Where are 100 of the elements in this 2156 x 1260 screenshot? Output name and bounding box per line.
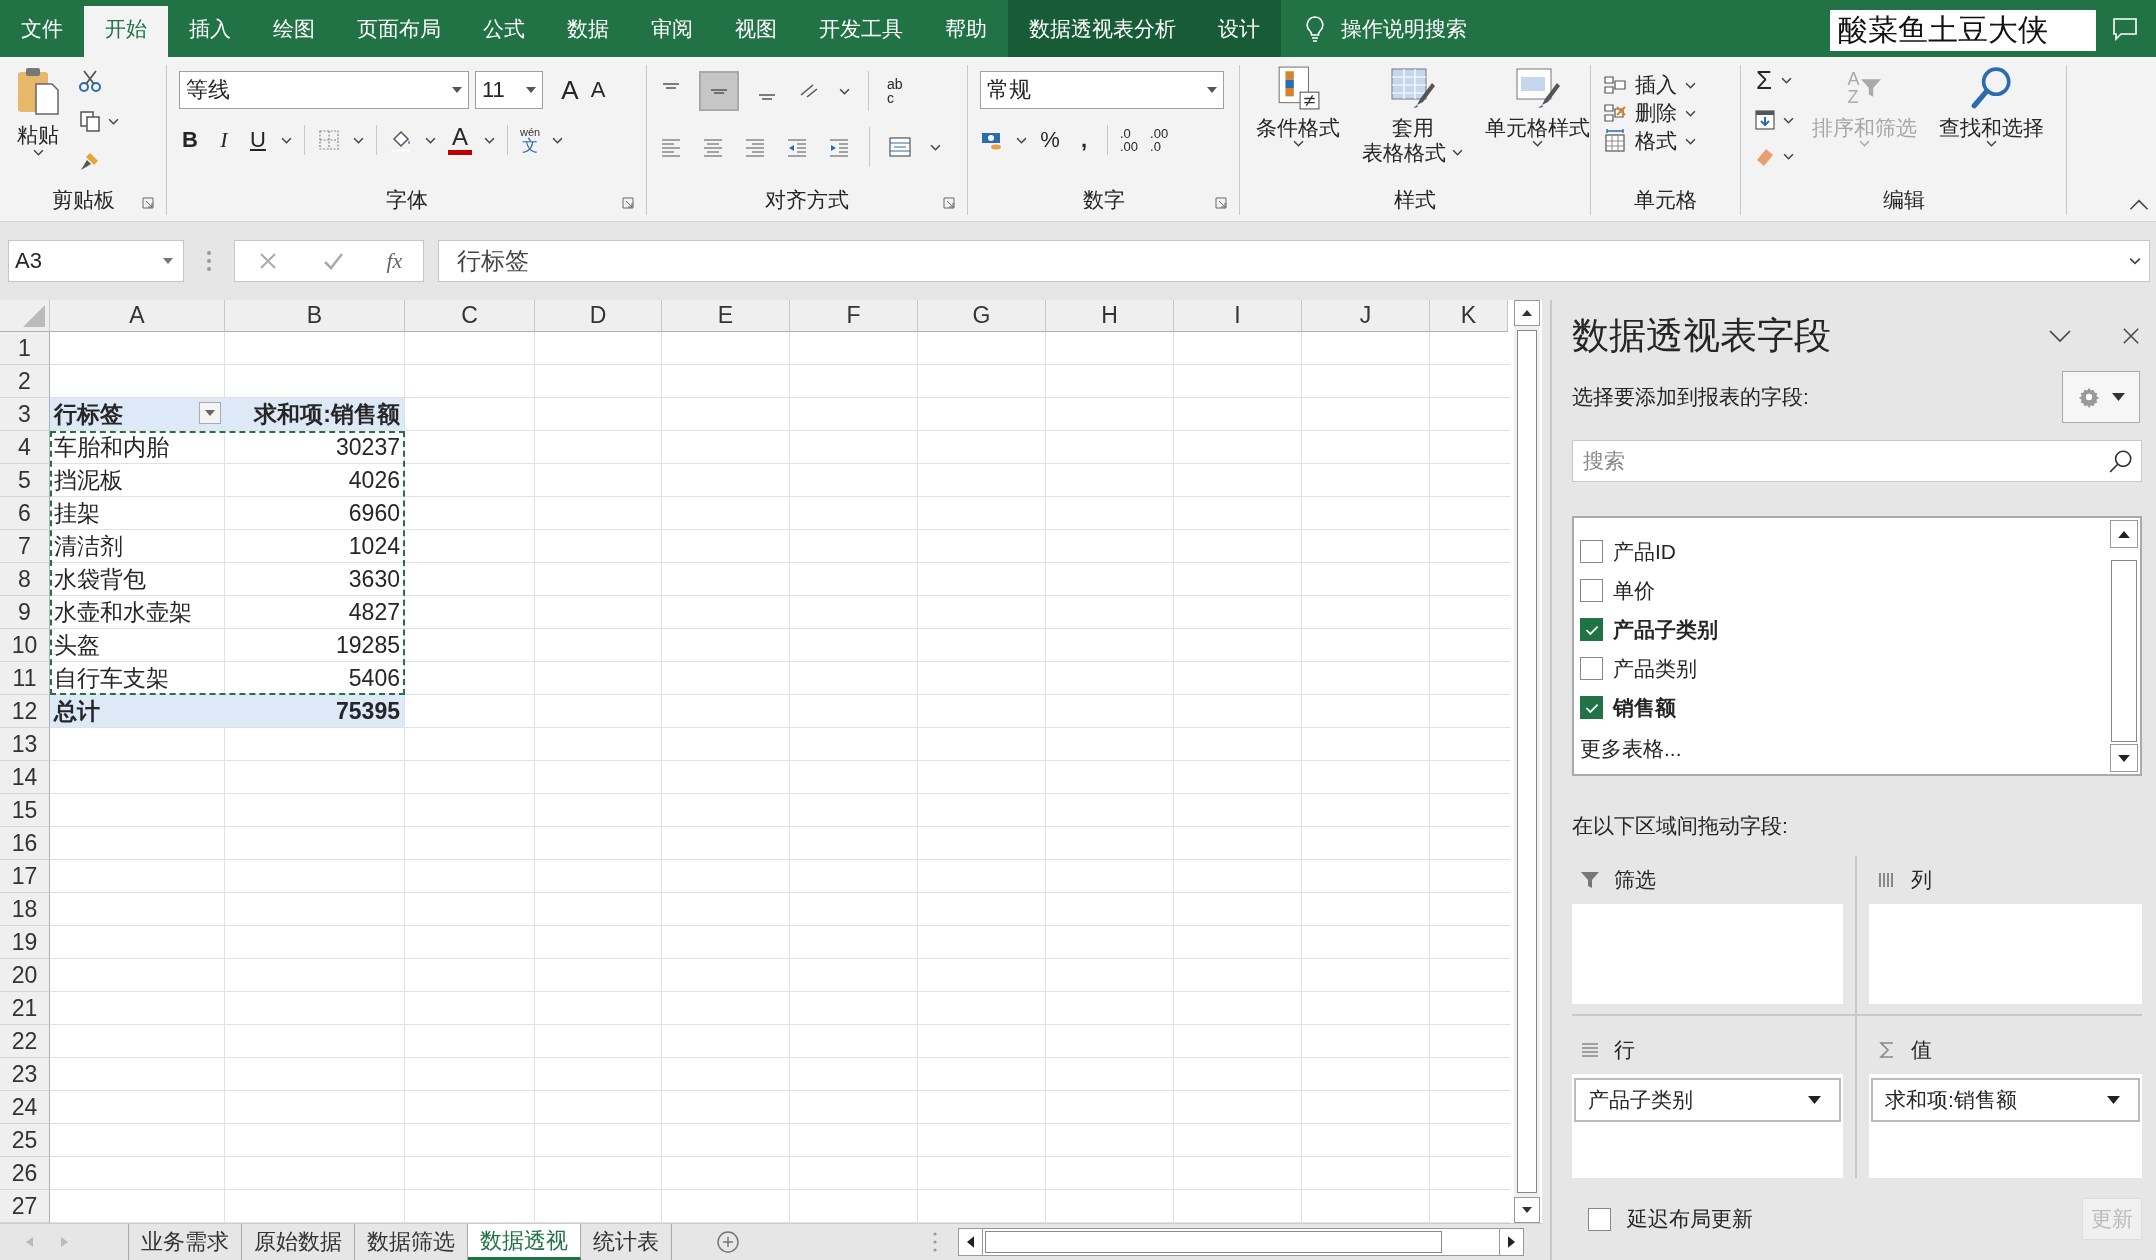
cells-button[interactable]: 删除 bbox=[1603, 99, 1696, 127]
row-number[interactable]: 24 bbox=[0, 1091, 50, 1124]
scroll-down-button[interactable] bbox=[2110, 744, 2138, 772]
field-label[interactable]: 产品子类别 bbox=[1613, 615, 1718, 644]
ribbon-tab[interactable]: 开始 bbox=[84, 6, 168, 57]
row-number[interactable]: 16 bbox=[0, 827, 50, 860]
style-button[interactable]: 条件格式 bbox=[1252, 65, 1344, 148]
caret-icon[interactable] bbox=[425, 136, 436, 144]
field-checkbox[interactable] bbox=[1580, 618, 1603, 641]
caret-icon[interactable] bbox=[1783, 116, 1794, 124]
merge-cells-icon[interactable] bbox=[888, 135, 912, 159]
row-number[interactable]: 7 bbox=[0, 530, 50, 563]
row-number[interactable]: 3 bbox=[0, 398, 50, 431]
font-size-dropdown[interactable]: 11 bbox=[475, 71, 543, 109]
ribbon-tab[interactable]: 视图 bbox=[714, 0, 798, 57]
field-dropdown[interactable]: 产品子类别 bbox=[1574, 1078, 1841, 1122]
field-label[interactable]: 产品类别 bbox=[1613, 654, 1697, 683]
align-middle-icon[interactable] bbox=[701, 73, 737, 109]
underline-button[interactable]: U bbox=[247, 127, 269, 153]
row-number[interactable]: 6 bbox=[0, 497, 50, 530]
field-checkbox[interactable] bbox=[1580, 657, 1603, 680]
font-color-button[interactable]: A bbox=[448, 125, 472, 155]
row-number[interactable]: 21 bbox=[0, 992, 50, 1025]
phonetic-button[interactable]: wén 文 bbox=[520, 126, 541, 154]
row-number[interactable]: 5 bbox=[0, 464, 50, 497]
fill-down-icon[interactable] bbox=[1753, 108, 1777, 132]
column-header[interactable]: K bbox=[1430, 300, 1508, 332]
drop-area[interactable]: 产品子类别 bbox=[1572, 1074, 1843, 1178]
field-dropdown[interactable]: 求和项:销售额 bbox=[1871, 1078, 2140, 1122]
row-number[interactable]: 13 bbox=[0, 728, 50, 761]
bold-button[interactable]: B bbox=[179, 127, 201, 153]
field-checkbox[interactable] bbox=[1580, 579, 1603, 602]
row-number[interactable]: 19 bbox=[0, 926, 50, 959]
scroll-down-button[interactable] bbox=[1514, 1197, 1540, 1223]
caret-icon[interactable] bbox=[1016, 136, 1027, 144]
field-label[interactable]: 单价 bbox=[1613, 576, 1655, 605]
row-number[interactable]: 26 bbox=[0, 1157, 50, 1190]
column-header[interactable]: J bbox=[1302, 300, 1430, 332]
font-name-dropdown[interactable]: 等线 bbox=[179, 71, 469, 109]
row-number[interactable]: 11 bbox=[0, 662, 50, 695]
row-number[interactable]: 22 bbox=[0, 1025, 50, 1058]
style-button[interactable]: 单元格样式 bbox=[1481, 65, 1594, 148]
ribbon-tab[interactable]: 页面布局 bbox=[336, 0, 462, 57]
ribbon-tab[interactable]: 审阅 bbox=[630, 0, 714, 57]
row-number[interactable]: 1 bbox=[0, 332, 50, 365]
row-number[interactable]: 23 bbox=[0, 1058, 50, 1091]
increase-decimal-button[interactable]: .0 .00 bbox=[1120, 127, 1139, 153]
sheet-tab[interactable]: 统计表 bbox=[581, 1224, 672, 1260]
caret-icon[interactable] bbox=[1783, 152, 1794, 160]
settings-button[interactable] bbox=[2062, 371, 2140, 423]
comment-icon[interactable] bbox=[2112, 16, 2138, 41]
ribbon-tab[interactable]: 设计 bbox=[1197, 0, 1281, 57]
chevron-down-icon[interactable] bbox=[2048, 329, 2072, 343]
filter-dropdown-button[interactable] bbox=[199, 402, 221, 424]
row-number[interactable]: 27 bbox=[0, 1190, 50, 1223]
row-number[interactable]: 14 bbox=[0, 761, 50, 794]
defer-update-checkbox[interactable] bbox=[1588, 1207, 1611, 1231]
add-sheet-icon[interactable] bbox=[716, 1230, 740, 1254]
percent-button[interactable]: % bbox=[1039, 127, 1061, 153]
tell-me-search[interactable]: 操作说明搜索 bbox=[1341, 14, 1467, 43]
autosum-button[interactable]: Σ bbox=[1753, 65, 1775, 96]
style-button[interactable]: 套用 表格格式 bbox=[1358, 65, 1467, 166]
scroll-thumb[interactable] bbox=[2111, 560, 2137, 742]
row-number[interactable]: 20 bbox=[0, 959, 50, 992]
caret-icon[interactable] bbox=[484, 136, 495, 144]
cells-button[interactable]: 格式 bbox=[1603, 127, 1696, 155]
column-header[interactable]: B bbox=[225, 300, 405, 332]
shrink-font-button[interactable]: A bbox=[587, 77, 609, 103]
sheet-tab[interactable]: 业务需求 bbox=[129, 1224, 242, 1260]
caret-icon[interactable] bbox=[930, 143, 941, 151]
number-format-dropdown[interactable]: 常规 bbox=[980, 71, 1224, 109]
ribbon-tab[interactable]: 绘图 bbox=[252, 0, 336, 57]
row-number[interactable]: 15 bbox=[0, 794, 50, 827]
drop-area[interactable]: 求和项:销售额 bbox=[1869, 1074, 2142, 1178]
field-label[interactable]: 产品ID bbox=[1613, 537, 1676, 566]
caret-icon[interactable] bbox=[1781, 77, 1792, 84]
column-header[interactable]: H bbox=[1046, 300, 1174, 332]
row-number[interactable]: 25 bbox=[0, 1124, 50, 1157]
comma-button[interactable]: , bbox=[1073, 127, 1095, 153]
ribbon-tab[interactable]: 帮助 bbox=[924, 0, 1008, 57]
find-select-button[interactable]: 查找和选择 bbox=[1935, 65, 2048, 148]
column-header[interactable]: D bbox=[535, 300, 662, 332]
vertical-scrollbar[interactable] bbox=[1514, 300, 1540, 1223]
field-checkbox[interactable] bbox=[1580, 696, 1603, 719]
wrap-text-button[interactable]: ab c bbox=[887, 77, 903, 105]
column-header[interactable]: F bbox=[790, 300, 918, 332]
search-icon[interactable] bbox=[2108, 448, 2134, 474]
row-number[interactable]: 18 bbox=[0, 893, 50, 926]
caret-icon[interactable] bbox=[2129, 257, 2141, 265]
copy-icon[interactable] bbox=[78, 109, 102, 133]
ribbon-tab[interactable]: 数据 bbox=[546, 0, 630, 57]
horizontal-scrollbar[interactable] bbox=[958, 1228, 1524, 1256]
dialog-launcher-icon[interactable] bbox=[142, 197, 154, 209]
dialog-launcher-icon[interactable] bbox=[1215, 197, 1227, 209]
field-checkbox[interactable] bbox=[1580, 540, 1603, 563]
row-number[interactable]: 9 bbox=[0, 596, 50, 629]
row-number[interactable]: 10 bbox=[0, 629, 50, 662]
row-number[interactable]: 2 bbox=[0, 365, 50, 398]
search-field[interactable]: 搜索 bbox=[1572, 440, 2142, 482]
close-icon[interactable] bbox=[2122, 327, 2140, 345]
